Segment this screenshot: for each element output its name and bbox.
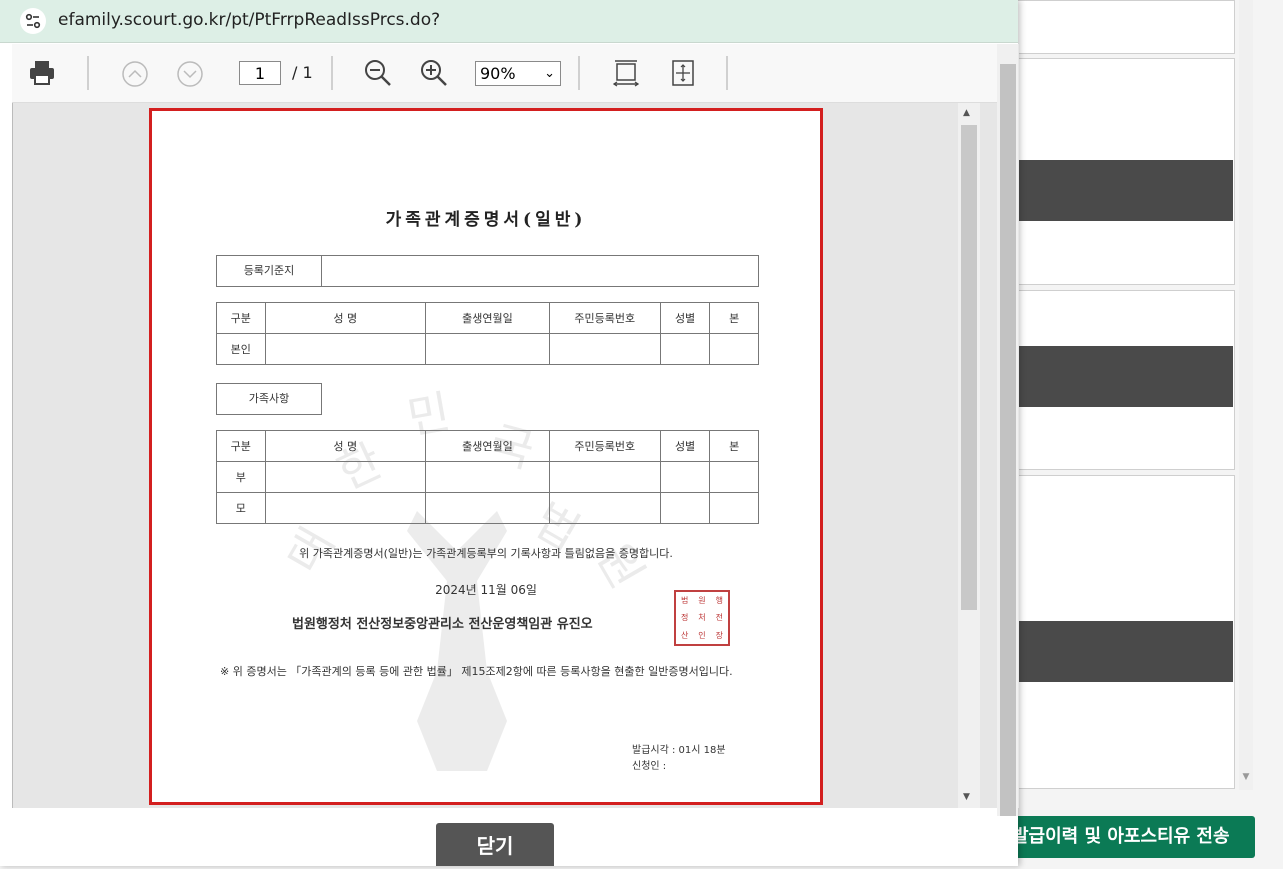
chevron-down-icon: ⌄ <box>544 66 555 81</box>
table-header-row: 구분 성 명 출생연월일 주민등록번호 성별 본 <box>216 302 759 334</box>
pdf-toolbar: 1 / 1 90% ⌄ <box>12 44 997 103</box>
print-icon[interactable] <box>28 58 56 90</box>
row-label: 본인 <box>216 333 266 365</box>
certificate-page: 민 국 한 대 법 원 가족관계증명서(일반) 등록기준지 구분 성 명 출생연… <box>149 108 823 805</box>
col-header: 출생연월일 <box>425 302 550 334</box>
background-card <box>1010 0 1235 54</box>
page-number-input[interactable]: 1 <box>239 61 281 85</box>
toolbar-separator <box>331 56 333 90</box>
col-header: 본 <box>709 302 759 334</box>
toolbar-separator <box>87 56 89 90</box>
reg-base-label: 등록기준지 <box>216 255 322 287</box>
family-table: 구분 성 명 출생연월일 주민등록번호 성별 본 부 모 <box>216 430 759 524</box>
background-scrollbar[interactable] <box>1239 0 1253 790</box>
legal-note: ※ 위 증명서는 「가족관계의 등록 등에 관한 법률」 제15조제2항에 따른… <box>220 665 733 678</box>
close-button[interactable]: 닫기 <box>436 823 554 866</box>
send-history-apostille-button[interactable]: 발급이력 및 아포스티유 전송 <box>1000 816 1255 858</box>
scroll-down-arrow-icon[interactable]: ▼ <box>1239 772 1253 786</box>
reg-base-value <box>321 255 759 287</box>
official-seal-icon: 법원행정처전산인장 <box>674 590 730 646</box>
col-header: 본 <box>709 430 759 462</box>
col-header: 성 명 <box>264 302 427 334</box>
next-page-icon[interactable] <box>176 60 204 92</box>
pdf-popup-window: efamily.scourt.go.kr/pt/PtFrrpReadIssPrc… <box>0 0 1019 866</box>
table-row: 모 <box>216 492 759 524</box>
issuer-name: 법원행정처 전산정보중앙관리소 전산운영책임관 유진오 <box>292 617 593 632</box>
col-header: 성 명 <box>264 430 427 462</box>
col-header: 성별 <box>659 302 711 334</box>
zoom-select-value: 90% <box>480 64 516 83</box>
zoom-in-icon[interactable] <box>420 59 448 91</box>
fit-width-icon[interactable] <box>612 58 640 92</box>
scroll-up-arrow-icon[interactable]: ▲ <box>963 108 970 118</box>
background-card-header <box>1010 346 1233 407</box>
address-bar: efamily.scourt.go.kr/pt/PtFrrpReadIssPrc… <box>0 0 1018 43</box>
col-header: 성별 <box>659 430 711 462</box>
page-total: / 1 <box>292 63 313 82</box>
scroll-down-arrow-icon[interactable]: ▼ <box>963 792 970 802</box>
viewer-scrollbar-thumb[interactable] <box>961 125 977 610</box>
col-header: 출생연월일 <box>425 430 550 462</box>
previous-page-icon[interactable] <box>121 60 149 92</box>
applicant: 신청인 : <box>632 761 667 772</box>
toolbar-separator <box>578 56 580 90</box>
zoom-select[interactable]: 90% ⌄ <box>475 61 561 86</box>
table-row: 본인 <box>216 333 759 365</box>
row-label: 모 <box>216 492 266 524</box>
window-scrollbar-thumb[interactable] <box>1000 64 1016 816</box>
fit-page-icon[interactable] <box>670 58 696 92</box>
court-emblem-watermark <box>407 511 507 771</box>
certification-statement: 위 가족관계증명서(일반)는 가족관계등록부의 기록사항과 틀림없음을 증명합니… <box>299 547 673 560</box>
background-card-header <box>1010 621 1233 682</box>
family-section-label: 가족사항 <box>216 383 322 415</box>
zoom-out-icon[interactable] <box>364 59 392 91</box>
toolbar-separator <box>726 56 728 90</box>
self-table: 구분 성 명 출생연월일 주민등록번호 성별 본 본인 <box>216 302 759 365</box>
table-header-row: 구분 성 명 출생연월일 주민등록번호 성별 본 <box>216 430 759 462</box>
issue-time: 발급시각 : 01시 18분 <box>632 745 726 756</box>
table-row: 부 <box>216 461 759 493</box>
background-card-header <box>1010 160 1233 221</box>
col-header: 주민등록번호 <box>548 302 661 334</box>
row-label: 부 <box>216 461 266 493</box>
col-header: 구분 <box>216 430 266 462</box>
document-title: 가족관계증명서(일반) <box>385 210 587 230</box>
url-text[interactable]: efamily.scourt.go.kr/pt/PtFrrpReadIssPrc… <box>58 10 440 30</box>
col-header: 주민등록번호 <box>548 430 661 462</box>
col-header: 구분 <box>216 302 266 334</box>
site-settings-icon[interactable] <box>20 8 46 34</box>
